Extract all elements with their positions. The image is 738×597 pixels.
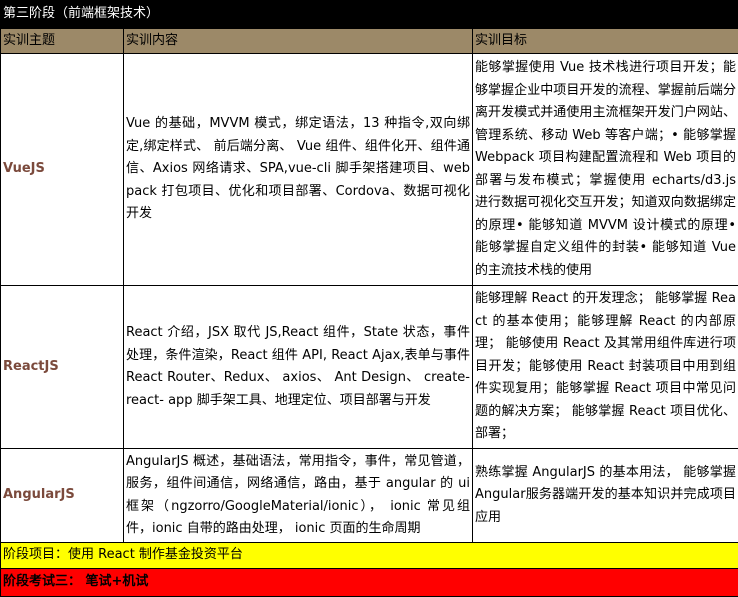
row-goal: 能够掌握使用 Vue 技术栈进行项目开发；能够掌握企业中项目开发的流程、掌握前后… (473, 54, 738, 286)
header-content: 实训内容 (124, 29, 473, 54)
row-content: React 介绍，JSX 取代 JS,React 组件，State 状态，事件处… (124, 286, 473, 449)
table-row: ReactJS React 介绍，JSX 取代 JS,React 组件，Stat… (1, 286, 738, 449)
row-topic: AngularJS (1, 449, 124, 543)
row-content: AngularJS 概述，基础语法，常用指令，事件，常见管道，服务，组件间通信，… (124, 449, 473, 543)
stage-exam: 阶段考试三： 笔试+机试 (1, 569, 738, 597)
header-topic: 实训主题 (1, 29, 124, 54)
row-content: Vue 的基础，MVVM 模式，绑定语法，13 种指令,双向绑定,绑定样式、 前… (124, 54, 473, 286)
table-row: VueJS Vue 的基础，MVVM 模式，绑定语法，13 种指令,双向绑定,绑… (1, 54, 738, 286)
row-goal: 能够理解 React 的开发理念； 能够掌握 React 的基本使用；能够理解 … (473, 286, 738, 449)
header-row: 实训主题 实训内容 实训目标 (1, 29, 738, 54)
stage-title-row: 第三阶段（前端框架技术） (1, 1, 738, 29)
stage-title: 第三阶段（前端框架技术） (1, 1, 738, 29)
course-table: 第三阶段（前端框架技术） 实训主题 实训内容 实训目标 VueJS Vue 的基… (0, 0, 738, 597)
row-topic: ReactJS (1, 286, 124, 449)
header-goal: 实训目标 (473, 29, 738, 54)
row-topic: VueJS (1, 54, 124, 286)
table-row: AngularJS AngularJS 概述，基础语法，常用指令，事件，常见管道… (1, 449, 738, 543)
stage-exam-row: 阶段考试三： 笔试+机试 (1, 569, 738, 597)
stage-project: 阶段项目：使用 React 制作基金投资平台 (1, 543, 738, 569)
stage-project-row: 阶段项目：使用 React 制作基金投资平台 (1, 543, 738, 569)
row-goal: 熟练掌握 AngularJS 的基本用法， 能够掌握Angular服务器端开发的… (473, 449, 738, 543)
